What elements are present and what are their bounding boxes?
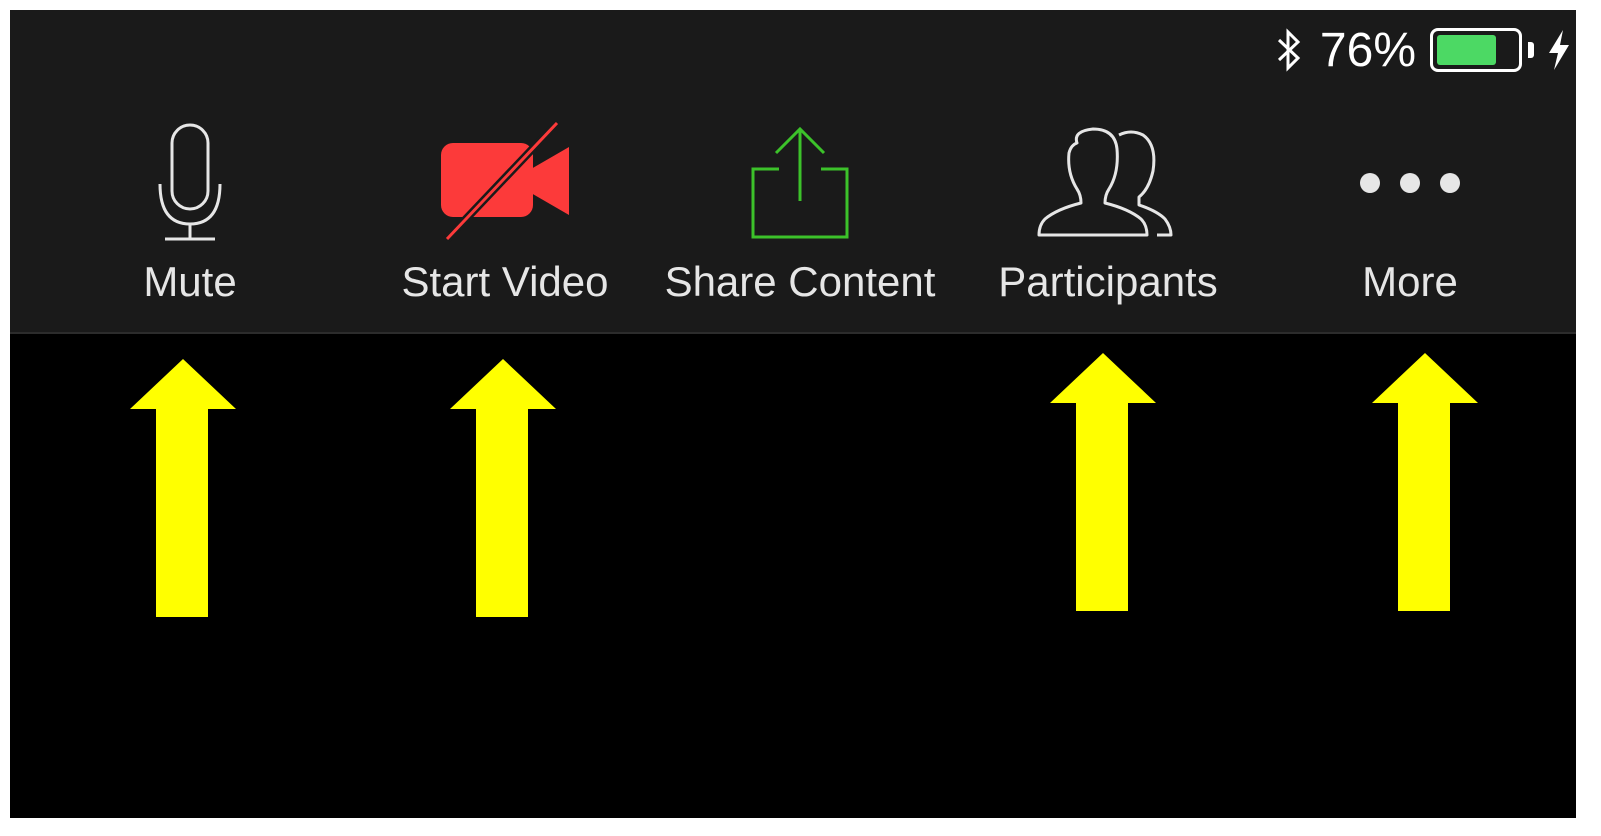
participants-label: Participants [998,258,1218,305]
microphone-icon [158,123,222,241]
status-bar: 76% [1274,20,1576,80]
more-dots-icon [1360,173,1460,193]
battery-nub [1528,42,1534,58]
annotation-arrow-mute [130,359,236,617]
share-content-button[interactable]: Share Content [650,118,950,318]
annotation-arrow-start-video [450,359,556,617]
share-content-label: Share Content [664,258,936,305]
annotation-arrow-more [1372,353,1478,611]
start-video-button[interactable]: Start Video [380,118,630,318]
mute-label: Mute [143,258,237,305]
zoom-meeting-screen: 76% Mute Start Video Share Content Parti… [10,10,1576,818]
participants-button[interactable]: Participants [988,118,1228,318]
battery-icon [1430,28,1522,72]
annotation-arrow-participants [1050,353,1156,611]
more-button[interactable]: More [1340,118,1480,318]
bluetooth-icon [1277,28,1301,72]
video-camera-off-icon [441,121,569,242]
lightning-bolt-icon [1549,30,1569,70]
battery-percentage: 76% [1319,23,1416,77]
battery-level-fill [1437,35,1496,65]
participants-icon [1037,127,1173,237]
more-label: More [1362,258,1458,305]
mute-button[interactable]: Mute [115,118,265,318]
start-video-label: Start Video [401,258,609,305]
meeting-toolbar: 76% Mute Start Video Share Content Parti… [10,10,1576,334]
share-upload-icon [751,126,849,239]
